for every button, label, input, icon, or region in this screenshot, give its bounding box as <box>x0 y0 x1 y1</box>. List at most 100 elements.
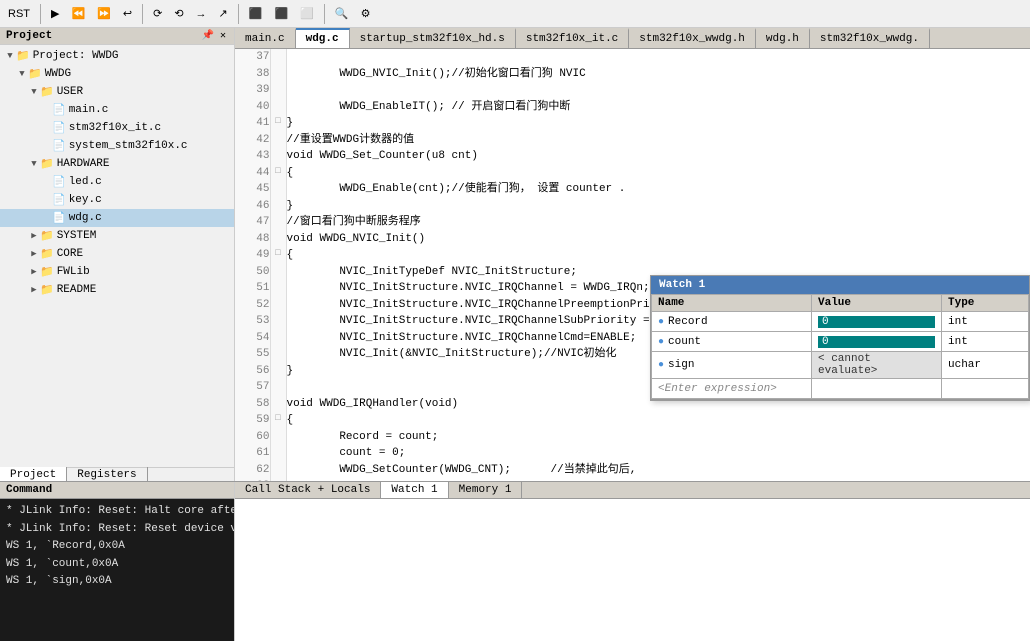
line-fold-55 <box>270 346 286 363</box>
tool-btn-6[interactable]: ⟲ <box>170 5 187 22</box>
tool-btn-7[interactable]: → <box>192 6 211 22</box>
tab-wdg-h[interactable]: wdg.h <box>756 28 810 48</box>
line-fold-37 <box>270 49 286 66</box>
watch-name-label-2: sign <box>668 359 694 371</box>
code-editor[interactable]: 3738 WWDG_NVIC_Init();//初始化窗口看门狗 NVIC394… <box>235 49 1030 481</box>
tab-wdg-c[interactable]: wdg.c <box>296 28 350 48</box>
tree-item-hardware[interactable]: ▼📁HARDWARE <box>0 155 234 173</box>
tab-stm32f10x-wwdg-[interactable]: stm32f10x_wwdg. <box>810 28 930 48</box>
tree-item-main-c[interactable]: 📄main.c <box>0 101 234 119</box>
tool-btn-12[interactable]: 🔍 <box>331 5 353 22</box>
tab-stm32f10x-wwdg-h[interactable]: stm32f10x_wwdg.h <box>629 28 756 48</box>
tool-btn-13[interactable]: ⚙ <box>357 5 375 22</box>
tab-main-c[interactable]: main.c <box>235 28 296 48</box>
tree-item-readme[interactable]: ▶📁README <box>0 281 234 299</box>
toolbar-sep-2 <box>142 4 143 24</box>
watch-name-3[interactable]: <Enter expression> <box>652 379 812 399</box>
tree-item-wdg-c[interactable]: 📄wdg.c <box>0 209 234 227</box>
sidebar-tab-registers[interactable]: Registers <box>67 467 147 482</box>
command-panel[interactable]: * JLink Info: Reset: Halt core after res… <box>0 499 234 641</box>
line-code-47[interactable]: //窗口看门狗中断服务程序 <box>286 214 1030 231</box>
tree-icon-wwdg: 📁 <box>28 67 42 81</box>
tree-expand-fwlib[interactable]: ▶ <box>28 267 40 277</box>
sidebar-tab-project[interactable]: Project <box>0 467 67 482</box>
watch-name-label-0: Record <box>668 316 708 328</box>
code-line-43: 43void WWDG_Set_Counter(u8 cnt) <box>235 148 1030 165</box>
line-code-41[interactable]: } <box>286 115 1030 132</box>
watch-name-1[interactable]: ●count <box>652 332 812 352</box>
watch-name-2[interactable]: ●sign <box>652 352 812 379</box>
line-code-60[interactable]: Record = count; <box>286 429 1030 446</box>
tree-item-wwdg[interactable]: ▼📁WWDG <box>0 65 234 83</box>
watch-value-3[interactable] <box>812 379 942 399</box>
tree-expand-system[interactable]: ▶ <box>28 231 40 241</box>
tree-expand-hardware[interactable]: ▼ <box>28 159 40 169</box>
line-code-46[interactable]: } <box>286 198 1030 215</box>
line-code-37[interactable] <box>286 49 1030 66</box>
sidebar-close-icon[interactable]: ✕ <box>218 30 228 42</box>
tree-expand-user[interactable]: ▼ <box>28 87 40 97</box>
tree-item-stm32f10x-it[interactable]: 📄stm32f10x_it.c <box>0 119 234 137</box>
tree-item-core[interactable]: ▶📁CORE <box>0 245 234 263</box>
tool-btn-10[interactable]: ⬛ <box>270 5 292 22</box>
watch-name-0[interactable]: ●Record <box>652 312 812 332</box>
line-code-40[interactable]: WWDG_EnableIT(); // 开启窗口看门狗中断 <box>286 99 1030 116</box>
command-line-1: * JLink Info: Reset: Reset device via AI… <box>6 521 228 539</box>
tool-btn-3[interactable]: ⏩ <box>93 5 115 22</box>
tree-item-system[interactable]: ▶📁SYSTEM <box>0 227 234 245</box>
tool-btn-5[interactable]: ⟳ <box>149 5 166 22</box>
tree-expand-wwdg[interactable]: ▼ <box>16 69 28 79</box>
tool-btn-1[interactable]: ▶ <box>47 5 63 22</box>
line-code-59[interactable]: { <box>286 412 1030 429</box>
tool-btn-9[interactable]: ⬛ <box>245 5 267 22</box>
line-fold-63 <box>270 478 286 481</box>
tool-btn-11[interactable]: ⬜ <box>296 5 318 22</box>
line-code-48[interactable]: void WWDG_NVIC_Init() <box>286 231 1030 248</box>
tool-btn-8[interactable]: ↗ <box>215 5 232 22</box>
sidebar-title: Project <box>6 30 52 42</box>
watch-value-1[interactable]: 0 <box>812 332 942 352</box>
line-number-41: 41 <box>235 115 270 132</box>
sidebar-pin-icon[interactable]: 📌 <box>200 30 216 42</box>
tool-btn-2[interactable]: ⏪ <box>67 5 89 22</box>
line-fold-59[interactable]: □ <box>270 412 286 429</box>
tree-expand-readme[interactable]: ▶ <box>28 285 40 295</box>
tool-btn-4[interactable]: ↩ <box>119 5 136 22</box>
line-code-63[interactable] <box>286 478 1030 481</box>
line-code-44[interactable]: { <box>286 165 1030 182</box>
tree-item-project-root[interactable]: ▼📁Project: WWDG <box>0 47 234 65</box>
right-tab-Watch-1[interactable]: Watch 1 <box>381 482 448 498</box>
tree-expand-core[interactable]: ▶ <box>28 249 40 259</box>
watch-value-0[interactable]: 0 <box>812 312 942 332</box>
line-fold-41[interactable]: □ <box>270 115 286 132</box>
line-code-38[interactable]: WWDG_NVIC_Init();//初始化窗口看门狗 NVIC <box>286 66 1030 83</box>
line-fold-57 <box>270 379 286 396</box>
line-code-61[interactable]: count = 0; <box>286 445 1030 462</box>
tab-stm32f10x-it-c[interactable]: stm32f10x_it.c <box>516 28 629 48</box>
line-fold-44[interactable]: □ <box>270 165 286 182</box>
tree-icon-project-root: 📁 <box>16 49 30 63</box>
tree-label-wwdg: WWDG <box>45 68 71 80</box>
right-tab-Call-Stack---Locals[interactable]: Call Stack + Locals <box>235 482 381 498</box>
tree-item-system-stm32[interactable]: 📄system_stm32f10x.c <box>0 137 234 155</box>
tree-item-user[interactable]: ▼📁USER <box>0 83 234 101</box>
line-code-45[interactable]: WWDG_Enable(cnt);//使能看门狗， 设置 counter . <box>286 181 1030 198</box>
line-code-39[interactable] <box>286 82 1030 99</box>
tree-icon-stm32f10x-it: 📄 <box>52 121 66 135</box>
line-fold-49[interactable]: □ <box>270 247 286 264</box>
line-fold-52 <box>270 297 286 314</box>
line-code-49[interactable]: { <box>286 247 1030 264</box>
tab-startup-stm32f10x-hd-s[interactable]: startup_stm32f10x_hd.s <box>350 28 516 48</box>
line-fold-58 <box>270 396 286 413</box>
tree-expand-project-root[interactable]: ▼ <box>4 51 16 61</box>
line-code-43[interactable]: void WWDG_Set_Counter(u8 cnt) <box>286 148 1030 165</box>
watch-value-2[interactable]: < cannot evaluate> <box>812 352 942 379</box>
line-code-42[interactable]: //重设置WWDG计数器的值 <box>286 132 1030 149</box>
rst-button[interactable]: RST <box>4 6 34 22</box>
tree-item-fwlib[interactable]: ▶📁FWLib <box>0 263 234 281</box>
tree-item-key-c[interactable]: 📄key.c <box>0 191 234 209</box>
right-tab-Memory-1[interactable]: Memory 1 <box>449 482 523 498</box>
line-number-56: 56 <box>235 363 270 380</box>
line-code-62[interactable]: WWDG_SetCounter(WWDG_CNT); //当禁掉此句后, <box>286 462 1030 479</box>
tree-item-led-c[interactable]: 📄led.c <box>0 173 234 191</box>
